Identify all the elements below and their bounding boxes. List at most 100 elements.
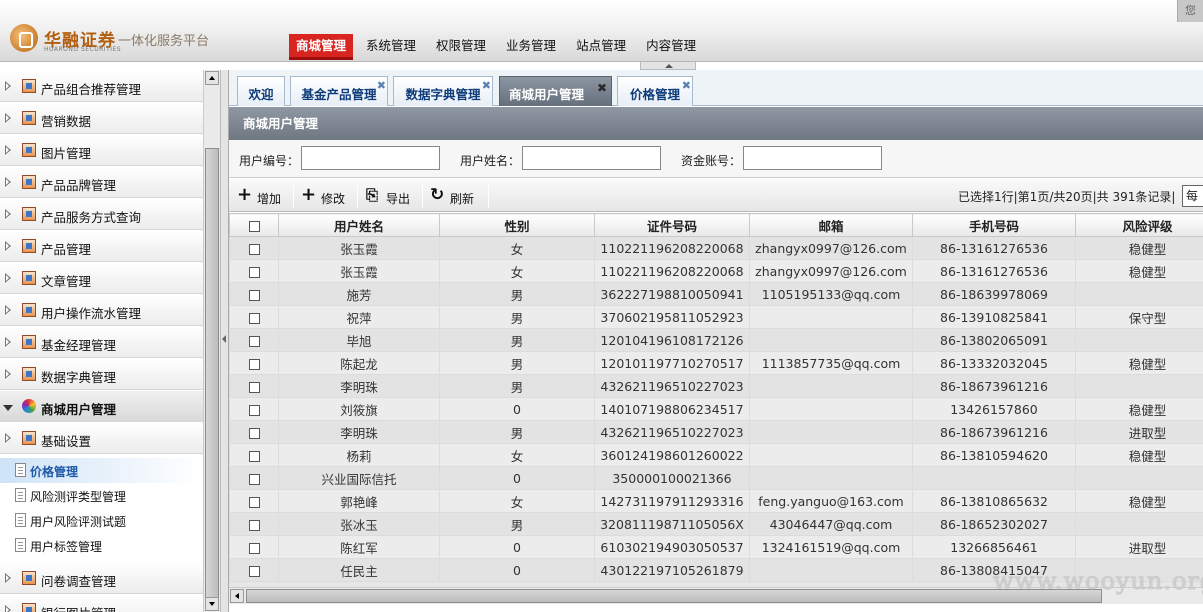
tab-fund-products[interactable]: 基金产品管理 ✖	[290, 76, 388, 106]
account-input[interactable]	[743, 146, 882, 170]
scrollbar-thumb[interactable]	[246, 589, 1102, 603]
sidebar-item-brand-management[interactable]: 产品品牌管理	[0, 166, 203, 198]
sidebar-item-basic-settings[interactable]: 基础设置	[0, 422, 203, 454]
close-icon[interactable]: ✖	[682, 80, 691, 91]
refresh-button[interactable]: ↻ 刷新	[430, 184, 482, 208]
table-row[interactable]: 施芳男 362227198810050941 1105195133@qq.com 86…	[229, 282, 1203, 306]
edit-button[interactable]: + 修改	[301, 184, 355, 208]
row-select-cell[interactable]	[229, 282, 279, 306]
table-row[interactable]: 刘筱旗 0 140107198806234517 13426157860 稳健型	[229, 397, 1203, 421]
user-name-input[interactable]	[522, 146, 661, 170]
row-select-cell[interactable]	[229, 535, 279, 559]
sidebar-item-user-operation-log[interactable]: 用户操作流水管理	[0, 294, 203, 326]
row-checkbox[interactable]	[248, 243, 260, 255]
col-email[interactable]: 邮箱	[749, 213, 913, 237]
col-risk-level[interactable]: 风险评级	[1075, 213, 1203, 237]
nav-site-management[interactable]: 站点管理	[569, 34, 633, 60]
row-select-cell[interactable]	[229, 512, 279, 536]
nav-permission-management[interactable]: 权限管理	[429, 34, 493, 60]
add-button[interactable]: + 增加	[237, 184, 291, 208]
close-icon[interactable]: ✖	[377, 80, 386, 91]
sidebar-item-mall-user-management[interactable]: 商城用户管理	[0, 390, 203, 422]
row-checkbox[interactable]	[248, 289, 260, 301]
row-select-cell[interactable]	[229, 328, 279, 352]
export-button[interactable]: ⎘ 导出	[366, 184, 416, 208]
sidebar-splitter[interactable]	[221, 70, 228, 612]
page-size-select[interactable]: 每页	[1182, 185, 1203, 207]
scroll-left-icon[interactable]	[230, 589, 244, 603]
table-row[interactable]: 兴业国际信托 0 350000100021366	[229, 466, 1203, 490]
table-row[interactable]: 李明珠男 432621196510227023 86-18673961216	[229, 374, 1203, 398]
row-checkbox[interactable]	[248, 381, 260, 393]
table-row[interactable]: 陈红军 0 610302194903050537 1324161519@qq.com 1…	[229, 535, 1203, 559]
row-checkbox[interactable]	[248, 358, 260, 370]
table-row[interactable]: 李明珠男 432621196510227023 86-18673961216 进取型	[229, 420, 1203, 444]
tab-mall-users[interactable]: 商城用户管理 ✖	[499, 76, 612, 106]
user-no-input[interactable]	[301, 146, 440, 170]
row-checkbox[interactable]	[248, 450, 260, 462]
col-gender[interactable]: 性别	[439, 213, 595, 237]
row-select-cell[interactable]	[229, 305, 279, 329]
row-checkbox[interactable]	[248, 496, 260, 508]
row-select-cell[interactable]	[229, 443, 279, 467]
table-row[interactable]: 张玉霞女 110221196208220068 zhangyx0997@126.co…	[229, 259, 1203, 283]
sidebar-item-service-query[interactable]: 产品服务方式查询	[0, 198, 203, 230]
tab-welcome[interactable]: 欢迎	[237, 76, 285, 106]
row-checkbox[interactable]	[248, 473, 260, 485]
sidebar-subitem-risk-type[interactable]: 风险测评类型管理	[0, 483, 203, 508]
sidebar-item-bank-image[interactable]: 银行图片管理	[0, 594, 203, 612]
row-select-cell[interactable]	[229, 259, 279, 283]
nav-system-management[interactable]: 系统管理	[359, 34, 423, 60]
sidebar-subitem-user-tags[interactable]: 用户标签管理	[0, 533, 203, 558]
close-icon[interactable]: ✖	[482, 80, 491, 91]
row-select-cell[interactable]	[229, 397, 279, 421]
row-checkbox[interactable]	[248, 519, 260, 531]
tab-data-dictionary[interactable]: 数据字典管理 ✖	[393, 76, 493, 106]
row-select-cell[interactable]	[229, 236, 279, 260]
collapse-header-button[interactable]	[640, 62, 696, 70]
row-select-cell[interactable]	[229, 374, 279, 398]
sidebar-subitem-price-management[interactable]: 价格管理	[0, 458, 203, 483]
row-checkbox[interactable]	[248, 312, 260, 324]
row-select-cell[interactable]	[229, 558, 279, 582]
col-user-name[interactable]: 用户姓名	[278, 213, 440, 237]
sidebar-item-fund-manager[interactable]: 基金经理管理	[0, 326, 203, 358]
row-select-cell[interactable]	[229, 351, 279, 375]
sidebar-item-article-management[interactable]: 文章管理	[0, 262, 203, 294]
row-checkbox[interactable]	[248, 542, 260, 554]
table-row[interactable]: 陈起龙男 120101197710270517 1113857735@qq.com 8…	[229, 351, 1203, 375]
scrollbar-thumb[interactable]	[205, 148, 219, 603]
sidebar-item-portfolio-recommend[interactable]: 产品组合推荐管理	[0, 70, 203, 102]
row-checkbox[interactable]	[248, 565, 260, 577]
sidebar-item-survey-management[interactable]: 问卷调查管理	[0, 562, 203, 594]
sidebar-scrollbar[interactable]	[203, 70, 220, 612]
sidebar-item-product-management[interactable]: 产品管理	[0, 230, 203, 262]
table-row[interactable]: 祝萍男 370602195811052923 86-13910825841 保守型	[229, 305, 1203, 329]
select-all-header[interactable]	[229, 213, 279, 237]
scroll-down-icon[interactable]	[205, 597, 219, 611]
table-row[interactable]: 张玉霞女 110221196208220068 zhangyx0997@126.co…	[229, 236, 1203, 260]
sidebar-item-image-management[interactable]: 图片管理	[0, 134, 203, 166]
sidebar-subitem-risk-questions[interactable]: 用户风险评测试题	[0, 508, 203, 533]
table-row[interactable]: 张冰玉男 32081119871105056X 43046447@qq.com 86-…	[229, 512, 1203, 536]
col-phone[interactable]: 手机号码	[912, 213, 1076, 237]
row-select-cell[interactable]	[229, 489, 279, 513]
row-checkbox[interactable]	[248, 404, 260, 416]
scroll-up-icon[interactable]	[205, 71, 219, 85]
nav-mall-management[interactable]: 商城管理	[289, 34, 354, 60]
tab-price-management[interactable]: 价格管理 ✖	[617, 76, 693, 106]
row-checkbox[interactable]	[248, 266, 260, 278]
row-select-cell[interactable]	[229, 420, 279, 444]
select-all-checkbox[interactable]	[248, 220, 260, 232]
nav-content-management[interactable]: 内容管理	[639, 34, 703, 60]
table-row[interactable]: 杨莉女 360124198601260022 86-13810594620 稳健型	[229, 443, 1203, 467]
user-greeting[interactable]: 您	[1177, 0, 1203, 22]
table-row[interactable]: 毕旭男 120104196108172126 86-13802065091	[229, 328, 1203, 352]
sidebar-item-data-dictionary[interactable]: 数据字典管理	[0, 358, 203, 390]
row-select-cell[interactable]	[229, 466, 279, 490]
row-checkbox[interactable]	[248, 427, 260, 439]
sidebar-item-marketing-data[interactable]: 营销数据	[0, 102, 203, 134]
close-icon[interactable]: ✖	[597, 82, 607, 94]
col-id-number[interactable]: 证件号码	[594, 213, 750, 237]
row-checkbox[interactable]	[248, 335, 260, 347]
